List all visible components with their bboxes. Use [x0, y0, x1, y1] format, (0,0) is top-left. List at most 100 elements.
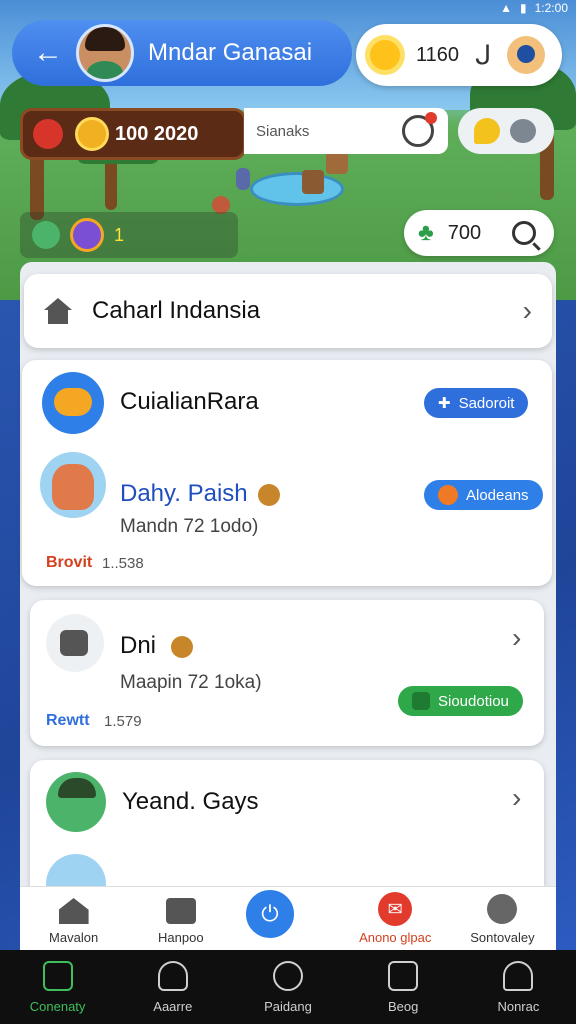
nav-label: Paidang	[264, 998, 312, 1014]
group-icon: ♣	[418, 219, 434, 246]
card-title: Dni	[120, 632, 193, 660]
battery-icon: ▮	[520, 1, 527, 15]
home-title: Caharl Indansia	[92, 297, 261, 324]
badge-label: Sadoroit	[458, 394, 515, 412]
list-item[interactable]: Yeand. Gays ›	[30, 760, 544, 886]
avatar	[46, 854, 106, 886]
game-object[interactable]	[302, 170, 324, 194]
power-icon: ⏻	[261, 901, 279, 926]
row-subtitle: Mandn 72 1odo)	[120, 516, 259, 537]
chevron-right-icon[interactable]: ›	[512, 622, 521, 654]
list-item[interactable]: Dni › Maapin 72 1oka) Sioudotiou Rewtt 1…	[30, 600, 544, 746]
emoji-icon	[170, 635, 193, 658]
nav-label: Conenaty	[29, 998, 86, 1014]
gem-icon	[412, 692, 430, 710]
logo-icon	[60, 630, 88, 656]
emoji-icon	[258, 483, 281, 506]
nav-label: Nonrac	[497, 998, 540, 1014]
avatar[interactable]	[76, 24, 134, 82]
tab-mavalon[interactable]: Mavalon	[20, 887, 127, 951]
circle-icon	[273, 960, 303, 991]
back-arrow-icon[interactable]: ←	[28, 33, 68, 73]
chevron-right-icon[interactable]: ›	[512, 782, 521, 814]
power-button[interactable]: ⏻	[244, 888, 296, 940]
list-item[interactable]: CuialianRara ✚ Sadoroit Dahy. Paish Alod…	[22, 360, 552, 586]
home-icon	[42, 960, 73, 991]
row-title-text: Dahy. Paish	[120, 480, 248, 507]
tab-hanpoo[interactable]: Hanpoo	[127, 887, 234, 951]
banana-icon	[474, 118, 500, 144]
bottom-nav: Conenaty Aaarre Paidang Beog Nonrac	[0, 950, 576, 1024]
document-icon	[388, 960, 419, 991]
row-title: Dahy. Paish	[120, 480, 281, 508]
badge-label: Alodeans	[466, 486, 529, 504]
footer-number: 1..538	[102, 555, 144, 572]
header-value: 1160	[416, 43, 460, 66]
chat-pill[interactable]	[458, 108, 554, 154]
footer-number: 1.579	[104, 713, 142, 730]
sun-icon[interactable]	[370, 40, 400, 70]
nav-beog[interactable]: Beog	[346, 950, 461, 1024]
chat-bubble-icon[interactable]	[510, 119, 536, 143]
home-icon	[44, 298, 72, 324]
nav-aaarre[interactable]: Aaarre	[115, 950, 230, 1024]
home-card[interactable]: Caharl Indansia ›	[24, 274, 552, 348]
nav-paidang[interactable]: Paidang	[230, 950, 345, 1024]
tab-label: Sontovaley	[470, 930, 535, 945]
score-value: 700	[447, 221, 482, 244]
coin-value: 100 2020	[115, 122, 199, 145]
coin-icon	[75, 117, 109, 151]
footer-label: Rewtt	[46, 712, 90, 729]
profile-header: ← Mndar Ganasai	[12, 20, 352, 86]
game-icon-detail	[54, 388, 92, 416]
chevron-right-icon[interactable]: ›	[523, 295, 532, 327]
red-gem-icon	[33, 119, 63, 149]
nav-label: Beog	[388, 998, 419, 1014]
tab-label: Anono glpac	[359, 930, 432, 945]
bag-icon	[157, 960, 188, 991]
search-bar[interactable]: Sianaks	[244, 108, 448, 154]
avatar-face	[52, 464, 94, 510]
card-title-text: Dni	[120, 632, 157, 659]
nav-label: Aaarre	[153, 998, 193, 1014]
tab-label: Hanpoo	[158, 930, 204, 945]
status-badge[interactable]: Alodeans	[424, 480, 543, 510]
card-title: CuialianRara	[120, 388, 259, 415]
hook-icon[interactable]: ᒍ	[475, 40, 491, 71]
status-badge[interactable]: Sioudotiou	[398, 686, 523, 716]
badge-label: Sioudotiou	[438, 692, 509, 710]
character-count: 1	[114, 224, 125, 245]
character-icon	[32, 221, 60, 249]
row-subtitle: Maapin 72 1oka)	[120, 672, 262, 693]
nav-conenaty[interactable]: Conenaty	[0, 950, 115, 1024]
person-icon	[503, 960, 534, 991]
search-icon[interactable]	[512, 221, 536, 245]
character-row[interactable]: 1	[20, 212, 238, 258]
profile-avatar-icon[interactable]	[507, 36, 546, 74]
shop-icon	[165, 898, 196, 924]
game-object[interactable]	[326, 152, 348, 174]
home-icon	[58, 898, 89, 924]
user-name: Mndar Ganasai	[148, 39, 313, 66]
settings-icon	[487, 894, 518, 924]
footer-label: Brovit	[46, 554, 93, 571]
coin-bar[interactable]: 100 2020	[20, 108, 246, 160]
record-icon[interactable]	[402, 112, 437, 147]
tab-anono-glpac[interactable]: ✉ Anono glpac	[342, 887, 449, 951]
status-bar: ▲ ▮ 1:2:00	[500, 0, 568, 16]
search-input[interactable]: Sianaks	[256, 123, 402, 140]
tab-label: Mavalon	[49, 930, 99, 945]
signal-icon: ▲	[500, 1, 513, 15]
pond	[250, 172, 344, 206]
score-pill[interactable]: ♣ 700	[404, 210, 554, 256]
flame-icon	[438, 485, 458, 505]
game-object[interactable]	[236, 168, 250, 190]
plus-icon: ✚	[438, 395, 451, 412]
status-badge[interactable]: ✚ Sadoroit	[424, 388, 529, 418]
header-actions: 1160 ᒍ	[356, 24, 562, 86]
character-icon	[70, 218, 104, 252]
tab-sontovaley[interactable]: Sontovaley	[449, 887, 556, 951]
nav-nonrac[interactable]: Nonrac	[461, 950, 576, 1024]
chat-icon: ✉	[378, 892, 413, 926]
card-title: Yeand. Gays	[122, 788, 259, 815]
